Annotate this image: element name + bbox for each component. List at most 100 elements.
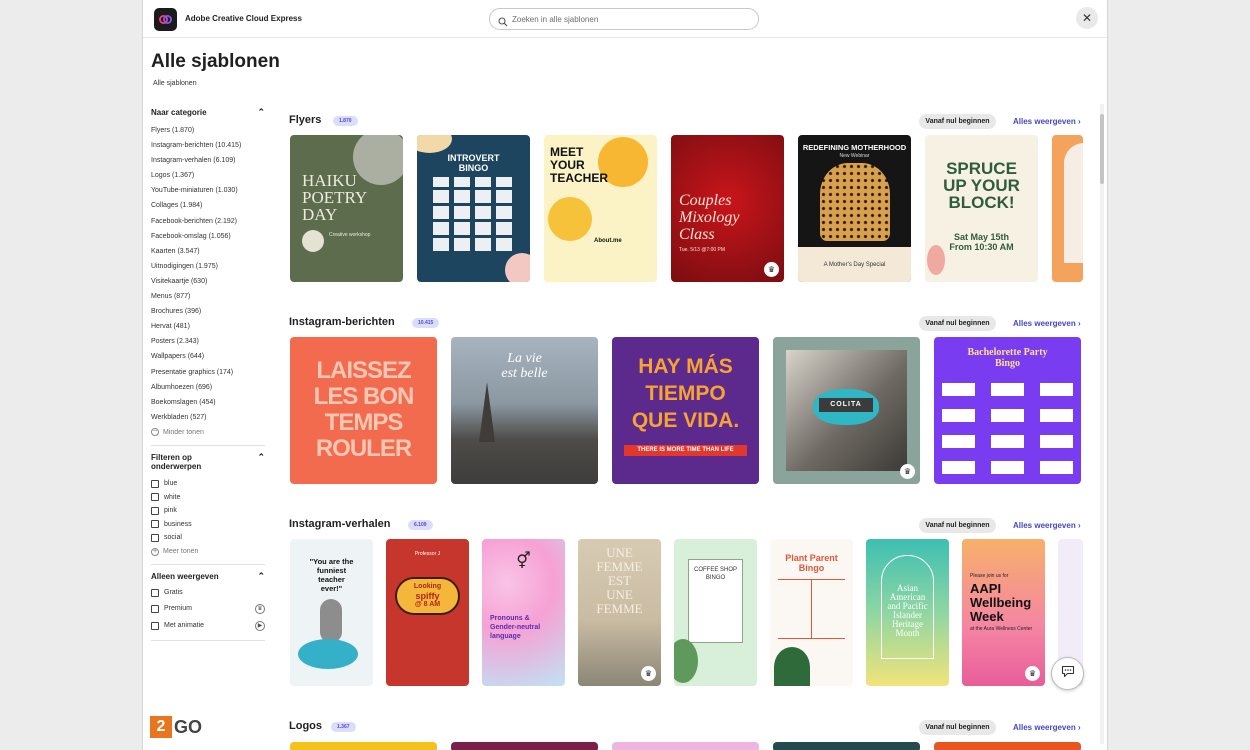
animated-checkbox[interactable]: Met animatie ▶ bbox=[151, 617, 265, 634]
category-link[interactable]: Kaarten (3.547) bbox=[151, 244, 265, 259]
checkbox[interactable] bbox=[151, 479, 159, 488]
checkbox[interactable] bbox=[151, 506, 159, 515]
template-card[interactable]: Professor J Looking spiffy @ 8 AM bbox=[386, 539, 469, 686]
card-text: Tue. 5/13 @7:00 PM bbox=[679, 247, 726, 253]
card-plant bbox=[774, 647, 810, 686]
topic-checkbox[interactable]: pink bbox=[151, 504, 265, 518]
card-text: QUE VIDA. bbox=[631, 409, 740, 432]
template-card[interactable]: Plant Parent Bingo bbox=[770, 539, 853, 686]
scrollbar-thumb[interactable] bbox=[1100, 114, 1104, 184]
see-all-link[interactable]: Alles weergeven › bbox=[1013, 117, 1081, 126]
category-link[interactable]: Wallpapers (644) bbox=[151, 349, 265, 364]
template-card[interactable]: ⚥ Pronouns & Gender-neutral language bbox=[482, 539, 565, 686]
template-card[interactable]: Please join us for AAPI Wellbeing Week a… bbox=[962, 539, 1045, 686]
category-list: Flyers (1.870) Instagram-berichten (10.4… bbox=[151, 123, 265, 440]
template-card[interactable]: MEET YOUR TEACHER About.me bbox=[544, 135, 657, 282]
template-card[interactable] bbox=[451, 742, 598, 750]
topic-checkbox[interactable]: white bbox=[151, 490, 265, 504]
template-card[interactable] bbox=[773, 742, 920, 750]
start-from-scratch-button[interactable]: Vanaf nul beginnen bbox=[919, 720, 996, 735]
category-link[interactable]: Menus (877) bbox=[151, 289, 265, 304]
card-text: Gender-neutral bbox=[490, 624, 541, 631]
category-link[interactable]: Facebook-berichten (2.192) bbox=[151, 214, 265, 229]
start-from-scratch-button[interactable]: Vanaf nul beginnen bbox=[919, 518, 996, 533]
checkbox[interactable] bbox=[151, 520, 159, 529]
checkbox[interactable] bbox=[151, 493, 159, 502]
show-less-button[interactable]: − Minder tonen bbox=[151, 425, 265, 440]
template-card[interactable]: Haiku Poetry Day Creative workshop bbox=[290, 135, 403, 282]
checkbox[interactable] bbox=[151, 604, 159, 613]
see-all-label: Alles weergeven bbox=[1013, 319, 1076, 328]
category-link[interactable]: Boekomslagen (454) bbox=[151, 395, 265, 410]
show-more-button[interactable]: + Meer tonen bbox=[151, 544, 265, 559]
premium-checkbox[interactable]: Premium ♛ bbox=[151, 600, 265, 617]
template-card[interactable]: REDEFINING MOTHERHOOD New Webinar A Moth… bbox=[798, 135, 911, 282]
checkbox[interactable] bbox=[151, 621, 159, 630]
close-button[interactable]: ✕ bbox=[1076, 7, 1098, 29]
see-all-link[interactable]: Alles weergeven › bbox=[1013, 319, 1081, 328]
card-text: BINGO bbox=[458, 163, 489, 173]
checkbox[interactable] bbox=[151, 588, 159, 597]
template-card[interactable]: COFFEE SHOP BINGO bbox=[674, 539, 757, 686]
topic-checkbox[interactable]: blue bbox=[151, 477, 265, 491]
start-from-scratch-button[interactable]: Vanaf nul beginnen bbox=[919, 316, 996, 331]
template-card[interactable]: Bachelorette Party Bingo bbox=[934, 337, 1081, 484]
category-link[interactable]: Uitnodigingen (1.975) bbox=[151, 259, 265, 274]
category-link[interactable]: Facebook-omslag (1.056) bbox=[151, 229, 265, 244]
creative-cloud-logo-icon[interactable] bbox=[154, 8, 177, 31]
see-all-link[interactable]: Alles weergeven › bbox=[1013, 723, 1081, 732]
template-card[interactable] bbox=[290, 742, 437, 750]
template-card[interactable]: Asian American and Pacific Islander Heri… bbox=[866, 539, 949, 686]
template-card[interactable]: COLITA ♛ bbox=[773, 337, 920, 484]
show-only-header[interactable]: Alleen weergeven ⌃ bbox=[151, 572, 265, 582]
category-link[interactable]: Logos (1.367) bbox=[151, 168, 265, 183]
category-link[interactable]: Instagram-berichten (10.415) bbox=[151, 138, 265, 153]
category-link[interactable]: Presentatie graphics (174) bbox=[151, 365, 265, 380]
chat-button[interactable] bbox=[1051, 657, 1084, 690]
template-card[interactable] bbox=[1052, 135, 1083, 282]
category-link[interactable]: Werkbladen (527) bbox=[151, 410, 265, 425]
category-link[interactable]: Visitekaartje (630) bbox=[151, 274, 265, 289]
template-card[interactable]: Couples Mixology Class Tue. 5/13 @7:00 P… bbox=[671, 135, 784, 282]
checkbox[interactable] bbox=[151, 533, 159, 542]
template-card[interactable]: SPRUCE UP YOUR BLOCK! Sat May 15th From … bbox=[925, 135, 1038, 282]
template-card[interactable]: UNE FEMME EST UNE FEMME ♛ bbox=[578, 539, 661, 686]
start-from-scratch-button[interactable]: Vanaf nul beginnen bbox=[919, 114, 996, 129]
category-link[interactable]: Instagram-verhalen (6.109) bbox=[151, 153, 265, 168]
card-text: Sat May 15th bbox=[953, 232, 1010, 242]
scrollbar[interactable] bbox=[1099, 104, 1105, 744]
template-card[interactable] bbox=[934, 742, 1081, 750]
category-link[interactable]: Posters (2.343) bbox=[151, 334, 265, 349]
card-text: Looking bbox=[413, 583, 442, 590]
search-field[interactable] bbox=[489, 8, 759, 30]
topic-checkbox[interactable]: social bbox=[151, 531, 265, 545]
template-card[interactable]: "You are the funniest teacher ever!" bbox=[290, 539, 373, 686]
template-card[interactable]: LAISSEZ LES BON TEMPS ROULER bbox=[290, 337, 437, 484]
category-link[interactable]: YouTube-miniaturen (1.030) bbox=[151, 183, 265, 198]
premium-crown-icon: ♛ bbox=[900, 464, 915, 479]
card-text: funniest bbox=[316, 566, 347, 575]
search-input[interactable] bbox=[512, 12, 752, 27]
category-link[interactable]: Albumhoezen (696) bbox=[151, 380, 265, 395]
see-all-link[interactable]: Alles weergeven › bbox=[1013, 521, 1081, 530]
template-card[interactable]: La vie est belle bbox=[451, 337, 598, 484]
category-link[interactable]: Flyers (1.870) bbox=[151, 123, 265, 138]
topic-filter-header[interactable]: Filteren op onderwerpen ⌃ bbox=[151, 452, 265, 471]
free-checkbox[interactable]: Gratis bbox=[151, 585, 265, 600]
show-only-list: Gratis Premium ♛ Met animatie ▶ bbox=[151, 585, 265, 634]
card-tower bbox=[479, 382, 495, 442]
template-card[interactable]: HAY MÁS TIEMPO QUE VIDA. THERE IS MORE T… bbox=[612, 337, 759, 484]
topic-checkbox[interactable]: business bbox=[151, 517, 265, 531]
category-link[interactable]: Brochures (396) bbox=[151, 304, 265, 319]
breadcrumb[interactable]: Alle sjablonen bbox=[153, 80, 197, 87]
card-text: FEMME bbox=[596, 601, 643, 616]
category-link[interactable]: Collages (1.984) bbox=[151, 198, 265, 213]
card-text: HAY MÁS bbox=[638, 355, 733, 378]
template-card[interactable] bbox=[612, 742, 759, 750]
category-filter-header[interactable]: Naar categorie ⌃ bbox=[151, 108, 265, 118]
template-card[interactable]: INTROVERT BINGO bbox=[417, 135, 530, 282]
scrollbar-track[interactable] bbox=[1100, 104, 1104, 744]
category-link[interactable]: Hervat (481) bbox=[151, 319, 265, 334]
section-logos: Logos 1.367 Vanaf nul beginnen Alles wee… bbox=[283, 716, 1083, 750]
see-all-label: Alles weergeven bbox=[1013, 521, 1076, 530]
